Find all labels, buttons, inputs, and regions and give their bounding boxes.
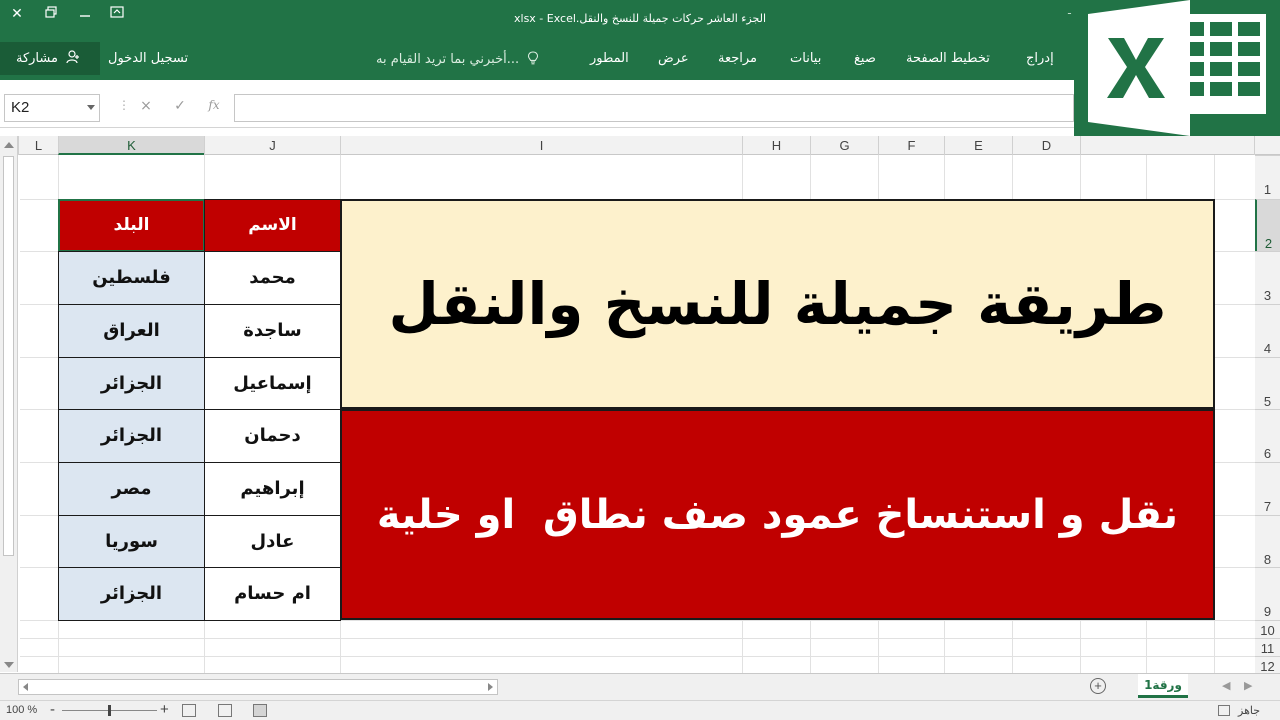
tab-next-icon[interactable]: ▶	[1244, 679, 1252, 692]
column-header-j[interactable]: J	[204, 136, 340, 155]
tell-me-search[interactable]: أخبرني بما تريد القيام به...	[376, 51, 539, 67]
tab-page-layout[interactable]: تخطيط الصفحة	[906, 51, 990, 66]
zoom-in-button[interactable]: +	[160, 701, 169, 718]
add-sheet-button[interactable]: +	[1090, 678, 1106, 694]
row-header-9[interactable]: 9	[1255, 567, 1280, 620]
table-cell-country[interactable]: فلسطين	[58, 251, 205, 305]
tab-data[interactable]: بيانات	[790, 51, 821, 66]
lightbulb-icon	[528, 51, 539, 65]
formula-bar-grip[interactable]: ⋮	[118, 98, 130, 112]
table-cell-name[interactable]: دحمان	[204, 409, 341, 463]
sheet-tab-bar: + ورقة1 ◀ ▶	[0, 673, 1280, 700]
sign-in-link[interactable]: تسجيل الدخول	[108, 51, 188, 66]
tab-formulas[interactable]: صيغ	[854, 51, 876, 66]
row-header-8[interactable]: 8	[1255, 515, 1280, 567]
cancel-icon[interactable]: ×	[136, 98, 156, 114]
header-cell-country[interactable]: البلد	[58, 199, 205, 252]
restore-icon[interactable]	[38, 4, 64, 24]
tab-prev-icon[interactable]: ◀	[1222, 679, 1230, 692]
header-cell-name[interactable]: الاسم	[204, 199, 341, 252]
row-header-10[interactable]: 10	[1255, 620, 1280, 638]
zoom-out-button[interactable]: -	[50, 701, 55, 718]
enter-icon[interactable]: ✓	[170, 98, 190, 114]
title-extra: ـ	[1068, 6, 1071, 17]
scroll-up-icon[interactable]	[4, 142, 14, 148]
banner-subtitle[interactable]: نقل و استنساخ عمود صف نطاق او خلية	[340, 409, 1215, 620]
tab-insert[interactable]: إدراج	[1026, 51, 1054, 66]
scroll-left-icon[interactable]	[23, 683, 28, 691]
column-headers: L K J I H G F E D	[0, 136, 1280, 155]
formula-input[interactable]	[234, 94, 1074, 122]
tab-developer[interactable]: المطور	[590, 51, 629, 66]
column-header-e[interactable]: E	[944, 136, 1012, 155]
row-header-7[interactable]: 7	[1255, 462, 1280, 515]
sheet-tab-active[interactable]: ورقة1	[1138, 674, 1188, 698]
table-cell-name[interactable]: ام حسام	[204, 567, 341, 621]
chevron-down-icon[interactable]	[87, 105, 95, 110]
table-cell-country[interactable]: العراق	[58, 304, 205, 358]
row-header-4[interactable]: 4	[1255, 304, 1280, 357]
share-button[interactable]: مشاركة	[0, 42, 100, 75]
grid-line	[20, 656, 1255, 657]
excel-logo-icon	[1074, 0, 1280, 154]
table-cell-country[interactable]: الجزائر	[58, 567, 205, 621]
column-header-blank	[1080, 136, 1255, 155]
normal-view-icon[interactable]	[253, 704, 267, 717]
row-header-1[interactable]: 1	[1255, 155, 1280, 199]
column-header-g[interactable]: G	[810, 136, 878, 155]
tab-review[interactable]: مراجعة	[718, 51, 757, 66]
close-icon[interactable]: ✕	[4, 4, 30, 24]
page-layout-view-icon[interactable]	[218, 704, 232, 717]
banner-title-text: طريقة جميلة للنسخ والنقل	[388, 270, 1167, 338]
name-box-value: K2	[11, 99, 30, 116]
add-user-icon	[66, 50, 80, 64]
row-header-2[interactable]: 2	[1255, 199, 1280, 251]
table-cell-country[interactable]: الجزائر	[58, 409, 205, 463]
status-bar: 100 % - + جاهز	[0, 700, 1280, 720]
name-box[interactable]: K2	[4, 94, 100, 122]
ribbon-display-icon[interactable]	[104, 4, 130, 24]
tell-me-text: أخبرني بما تريد القيام به...	[376, 52, 520, 67]
zoom-level[interactable]: 100 %	[6, 704, 37, 716]
table-cell-name[interactable]: عادل	[204, 515, 341, 568]
column-header-d[interactable]: D	[1012, 136, 1080, 155]
macro-record-icon[interactable]	[1218, 705, 1230, 716]
vertical-scrollbar[interactable]	[0, 136, 18, 672]
window-title: الجزء العاشر حركات جميلة للنسخ والنقل.xl…	[514, 12, 766, 25]
grid-line	[20, 638, 1255, 639]
column-header-k[interactable]: K	[58, 136, 204, 155]
tab-view[interactable]: عرض	[658, 51, 689, 66]
table-cell-name[interactable]: إبراهيم	[204, 462, 341, 516]
table-cell-name[interactable]: محمد	[204, 251, 341, 305]
vertical-scroll-thumb[interactable]	[3, 156, 14, 556]
horizontal-scrollbar[interactable]	[18, 679, 498, 695]
table-cell-country[interactable]: مصر	[58, 462, 205, 516]
status-ready: جاهز	[1238, 705, 1261, 717]
column-header-f[interactable]: F	[878, 136, 944, 155]
scroll-right-icon[interactable]	[488, 683, 493, 691]
row-header-3[interactable]: 3	[1255, 251, 1280, 304]
scroll-down-icon[interactable]	[4, 662, 14, 668]
column-header-l[interactable]: L	[18, 136, 58, 155]
banner-title[interactable]: طريقة جميلة للنسخ والنقل	[340, 199, 1215, 409]
table-cell-name[interactable]: ساجدة	[204, 304, 341, 358]
table-cell-name[interactable]: إسماعيل	[204, 357, 341, 410]
row-header-11[interactable]: 11	[1255, 638, 1280, 656]
minimize-icon[interactable]	[72, 4, 98, 24]
banner-subtitle-text: نقل و استنساخ عمود صف نطاق او خلية	[376, 491, 1179, 538]
row-header-6[interactable]: 6	[1255, 409, 1280, 462]
table-cell-country[interactable]: الجزائر	[58, 357, 205, 410]
column-header-i[interactable]: I	[340, 136, 742, 155]
column-header-h[interactable]: H	[742, 136, 810, 155]
row-header-5[interactable]: 5	[1255, 357, 1280, 409]
table-cell-country[interactable]: سوريا	[58, 515, 205, 568]
zoom-slider-thumb[interactable]	[108, 705, 111, 716]
page-break-view-icon[interactable]	[182, 704, 196, 717]
share-label: مشاركة	[16, 51, 58, 66]
insert-function-icon[interactable]: fx	[204, 98, 224, 112]
formula-bar: K2 ⋮ × ✓ fx	[0, 90, 1074, 128]
row-header-12[interactable]: 12	[1255, 656, 1280, 674]
